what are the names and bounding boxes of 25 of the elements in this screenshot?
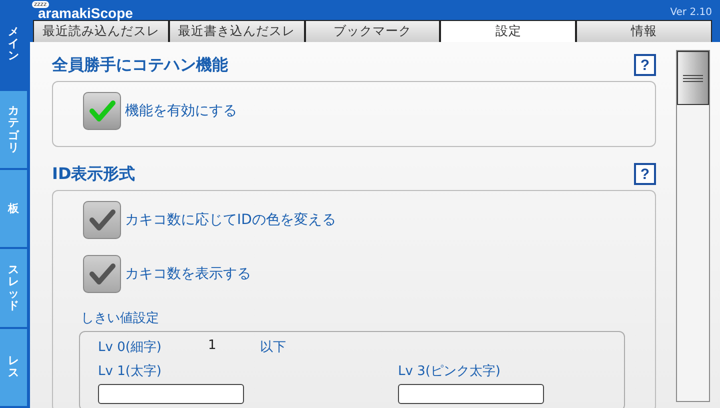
- checkbox-label: カキコ数を表示する: [125, 265, 251, 283]
- section-title: ID表示形式: [52, 164, 136, 184]
- tab[interactable]: 設定: [440, 20, 576, 42]
- checkbox-label: カキコ数に応じてIDの色を変える: [125, 211, 336, 229]
- tab[interactable]: 最近書き込んだスレ: [168, 20, 305, 42]
- level-label: Lv 1(太字): [98, 363, 162, 380]
- help-button[interactable]: ?: [634, 54, 656, 76]
- tab[interactable]: 情報: [576, 20, 712, 42]
- version-label: Ver 2.10: [670, 7, 712, 18]
- level-suffix: 以下: [260, 339, 286, 356]
- level-input-field[interactable]: [98, 384, 244, 404]
- level-input-field[interactable]: [398, 384, 544, 404]
- help-button[interactable]: ?: [634, 163, 656, 185]
- scrollbar[interactable]: [676, 50, 710, 402]
- level-label: Lv 3(ピンク太字): [398, 363, 502, 380]
- level-value: 1: [208, 338, 218, 355]
- section-title: 全員勝手にコテハン機能: [52, 54, 228, 76]
- tab[interactable]: ブックマーク: [304, 20, 440, 42]
- checkbox-label: 機能を有効にする: [125, 102, 237, 120]
- checkbox[interactable]: [83, 92, 121, 130]
- threshold-title: しきい値設定: [81, 310, 160, 327]
- app-logo: aramakiScope: [38, 6, 133, 20]
- scroll-thumb[interactable]: [677, 51, 709, 105]
- tab[interactable]: 最近読み込んだスレ: [33, 20, 169, 42]
- level-label: Lv 0(細字): [98, 339, 162, 356]
